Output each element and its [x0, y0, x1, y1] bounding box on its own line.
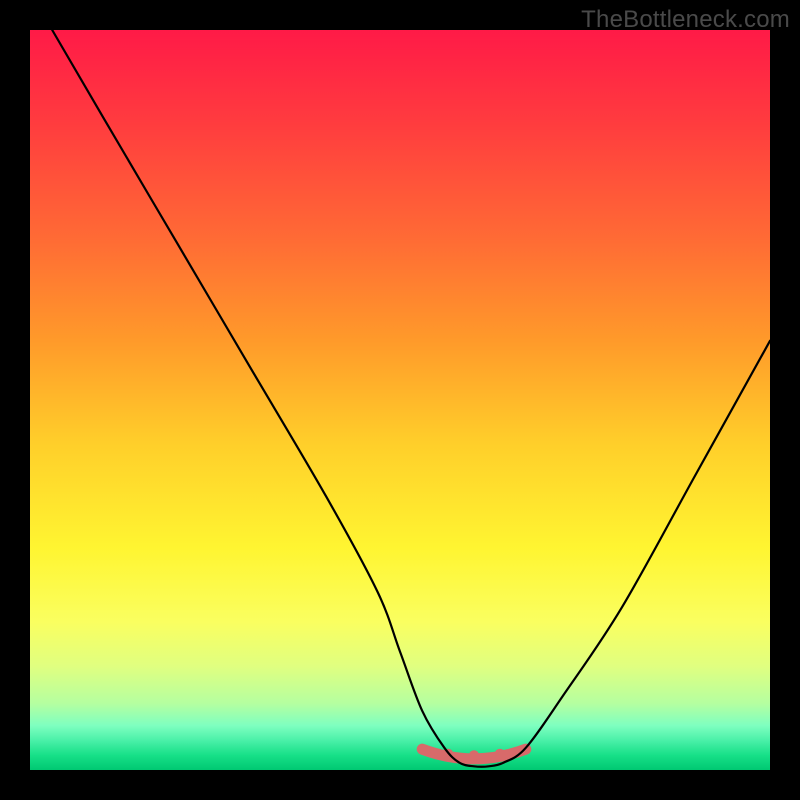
outer-frame: TheBottleneck.com: [0, 0, 800, 800]
plot-area: [30, 30, 770, 770]
flat-region-dot: [417, 744, 427, 754]
flat-region-dot: [495, 749, 505, 759]
bottleneck-chart: [30, 30, 770, 770]
bottleneck-curve-path: [52, 30, 770, 767]
flat-region-dot: [469, 750, 479, 760]
